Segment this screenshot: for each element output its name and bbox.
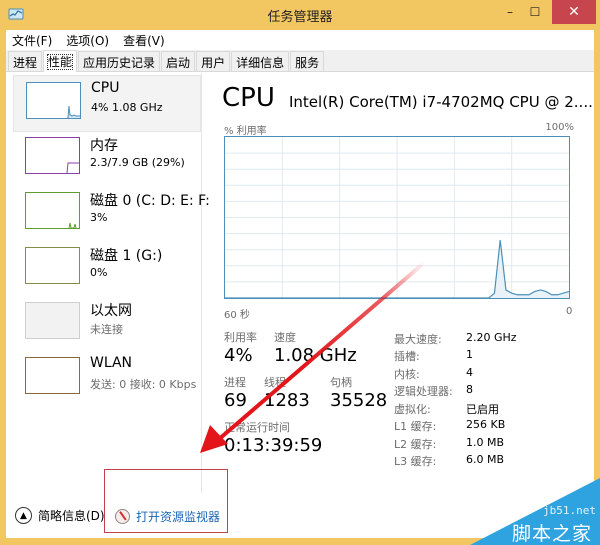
handles-label: 句柄 [330, 376, 352, 389]
sidebar-item-disk-1[interactable]: 磁盘 1 (G:) 0% [13, 241, 201, 298]
speed-value: 1.08 GHz [274, 345, 357, 366]
tab-label: 进程 [13, 56, 38, 70]
graph-x-left-label: 60 秒 [224, 310, 250, 321]
close-button[interactable]: ✕ [552, 0, 596, 24]
sidebar-item-label: CPU [91, 80, 120, 96]
minimize-button[interactable]: – [496, 0, 524, 24]
performance-panel: CPU 4% 1.08 GHz 内存 2.3/7.9 GB (29%) 磁盘 0… [6, 73, 594, 538]
fewer-details-button[interactable]: ▲ 简略信息(D) [15, 507, 105, 524]
sidebar-item-label: 以太网 [90, 303, 132, 319]
speed-label: 速度 [274, 331, 296, 344]
resource-monitor-icon [115, 509, 130, 524]
menu-view[interactable]: 查看(V) [116, 32, 172, 49]
cores-label: 内核: [394, 368, 420, 381]
uptime-label: 正常运行时间 [224, 421, 290, 434]
utilization-value: 4% [224, 345, 253, 366]
sidebar-item-label: 磁盘 1 (G:) [90, 248, 163, 264]
sidebar-item-cpu[interactable]: CPU 4% 1.08 GHz [13, 75, 201, 132]
memory-mini-graph [25, 137, 80, 174]
menu-file[interactable]: 文件(F) [6, 32, 59, 49]
tab-label: 服务 [295, 56, 320, 70]
tab-startup[interactable]: 启动 [161, 51, 196, 71]
handles-value: 35528 [330, 390, 388, 411]
threads-value: 1283 [264, 390, 310, 411]
cpu-graph-canvas [225, 137, 569, 298]
l1-cache-label: L1 缓存: [394, 420, 437, 433]
sockets-value: 1 [466, 348, 473, 361]
logical-processors-label: 逻辑处理器: [394, 385, 453, 398]
virtualization-value: 已启用 [466, 403, 499, 416]
tab-bar: 进程 性能 应用历史记录 启动 用户 详细信息 服务 [6, 50, 594, 72]
threads-label: 线程 [264, 376, 286, 389]
virtualization-label: 虚拟化: [394, 403, 431, 416]
disk-1-mini-graph [25, 247, 80, 284]
sidebar-item-label: 磁盘 0 (C: D: E: F: [90, 193, 210, 209]
task-manager-window: 任务管理器 – ☐ ✕ 文件(F) 选项(O) 查看(V) 进程 性能 应用历史… [0, 0, 600, 545]
sidebar-item-memory[interactable]: 内存 2.3/7.9 GB (29%) [13, 131, 201, 188]
l3-cache-value: 6.0 MB [466, 453, 505, 466]
tab-services[interactable]: 服务 [290, 51, 325, 71]
utilization-label: 利用率 [224, 331, 257, 344]
menu-options[interactable]: 选项(O) [59, 32, 116, 49]
sidebar-item-value: 未连接 [90, 323, 123, 336]
logical-processors-value: 8 [466, 383, 473, 396]
sidebar-item-value: 3% [90, 211, 108, 224]
tab-label: 用户 [201, 56, 226, 70]
graph-y-label: % 利用率 [224, 126, 267, 137]
sockets-label: 插槽: [394, 350, 420, 363]
graph-y-max-label: 100% [545, 122, 574, 133]
sidebar-item-value: 发送: 0 接收: 0 Kbps [90, 378, 197, 391]
uptime-value: 0:13:39:59 [224, 435, 323, 456]
cpu-model-name: Intel(R) Core(TM) i7-4702MQ CPU @ 2.... [289, 93, 593, 111]
tab-details[interactable]: 详细信息 [231, 51, 290, 71]
menu-bar: 文件(F) 选项(O) 查看(V) [6, 30, 594, 50]
resource-title: CPU [222, 83, 275, 113]
resource-sidebar: CPU 4% 1.08 GHz 内存 2.3/7.9 GB (29%) 磁盘 0… [6, 73, 210, 493]
tab-performance[interactable]: 性能 [43, 50, 78, 72]
cpu-mini-graph [26, 82, 81, 119]
open-resource-monitor-link[interactable]: 打开资源监视器 [115, 508, 220, 525]
sidebar-item-label: 内存 [90, 138, 118, 154]
disk-0-mini-graph [25, 192, 80, 229]
tab-label: 启动 [166, 56, 191, 70]
max-speed-label: 最大速度: [394, 333, 442, 346]
open-resource-monitor-label: 打开资源监视器 [136, 510, 221, 524]
cores-value: 4 [466, 366, 473, 379]
graph-x-right-label: 0 [566, 306, 573, 317]
cpu-utilization-graph [224, 136, 570, 299]
wlan-mini-graph [25, 357, 80, 394]
sidebar-item-ethernet[interactable]: 以太网 未连接 [13, 296, 201, 353]
tab-label: 应用历史记录 [83, 56, 156, 70]
sidebar-item-disk-0[interactable]: 磁盘 0 (C: D: E: F: 3% [13, 186, 210, 243]
watermark-site: jb51.net [543, 504, 596, 517]
processes-label: 进程 [224, 376, 246, 389]
max-speed-value: 2.20 GHz [466, 331, 517, 344]
tab-users[interactable]: 用户 [196, 51, 231, 71]
sidebar-item-wlan[interactable]: WLAN 发送: 0 接收: 0 Kbps [13, 351, 201, 408]
watermark-name: 脚本之家 [512, 523, 593, 545]
ethernet-mini-graph [25, 302, 80, 339]
tab-app-history[interactable]: 应用历史记录 [78, 51, 161, 71]
title-bar[interactable]: 任务管理器 – ☐ ✕ [0, 0, 600, 30]
l3-cache-label: L3 缓存: [394, 455, 437, 468]
window-client-area: 文件(F) 选项(O) 查看(V) 进程 性能 应用历史记录 启动 用户 详细信… [6, 30, 594, 538]
cpu-detail-panel: CPU Intel(R) Core(TM) i7-4702MQ CPU @ 2.… [218, 73, 594, 493]
sidebar-item-value: 2.3/7.9 GB (29%) [90, 156, 185, 169]
fewer-details-label: 简略信息(D) [38, 509, 105, 523]
sidebar-item-label: WLAN [90, 355, 133, 371]
l1-cache-value: 256 KB [466, 418, 506, 431]
chevron-up-icon: ▲ [15, 507, 32, 524]
processes-value: 69 [224, 390, 247, 411]
sidebar-item-value: 0% [90, 266, 108, 279]
maximize-button[interactable]: ☐ [521, 0, 549, 24]
tab-label: 详细信息 [236, 56, 285, 70]
l2-cache-value: 1.0 MB [466, 436, 505, 449]
l2-cache-label: L2 缓存: [394, 438, 437, 451]
tab-processes[interactable]: 进程 [8, 51, 43, 71]
sidebar-item-value: 4% 1.08 GHz [91, 101, 163, 114]
tab-label: 性能 [47, 54, 74, 70]
